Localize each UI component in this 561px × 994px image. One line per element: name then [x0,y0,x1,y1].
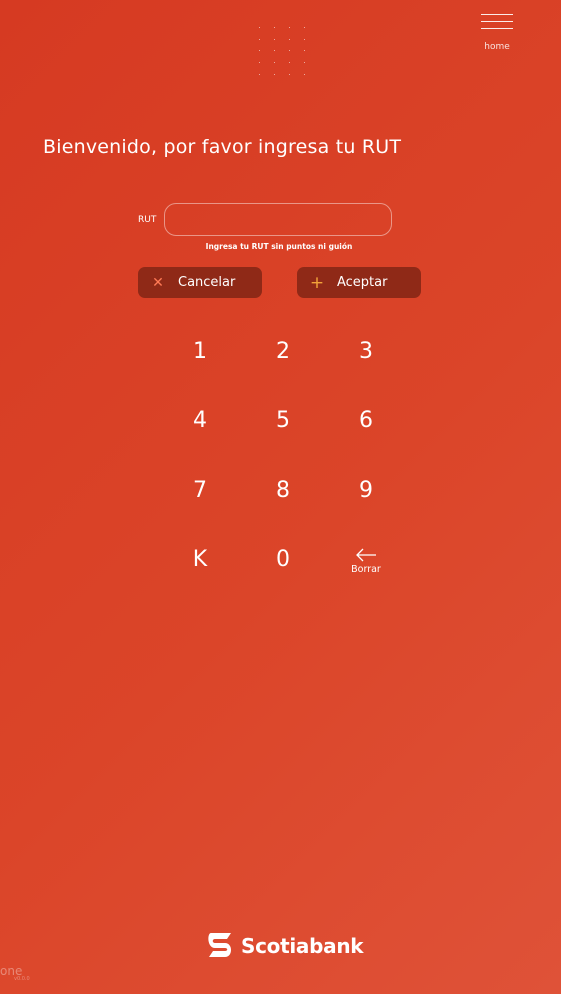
keypad-key-label: 3 [359,338,373,364]
keypad-key-7[interactable]: 7 [170,468,230,512]
keypad-key-6[interactable]: 6 [336,398,396,442]
keypad-key-1[interactable]: 1 [170,329,230,373]
backspace-button[interactable]: Borrar [336,539,396,583]
home-menu-button[interactable]: home [480,12,514,52]
cancel-button-label: Cancelar [178,275,236,290]
page-title: Bienvenido, por favor ingresa tu RUT [43,136,402,158]
keypad-key-5[interactable]: 5 [253,398,313,442]
rut-hint: Ingresa tu RUT sin puntos ni guión [205,242,353,251]
plus-icon: + [309,272,325,293]
keypad-key-label: 5 [276,407,290,433]
app-version-badge: one v0.0.0 [0,964,50,988]
rut-input[interactable] [164,203,392,236]
keypad-key-label: 7 [193,477,207,503]
arrow-left-icon [356,548,376,561]
keypad-key-label: 4 [193,407,207,433]
hamburger-icon [481,12,513,34]
keypad-key-label: 8 [276,477,290,503]
keypad-key-label: 6 [359,407,373,433]
home-label: home [484,42,510,52]
accept-button-label: Aceptar [337,275,388,290]
keypad-key-label: K [192,546,208,572]
keypad-key-k[interactable]: K [170,537,230,581]
keypad-key-9[interactable]: 9 [336,468,396,512]
keypad-key-0[interactable]: 0 [253,537,313,581]
keypad-key-label: 2 [276,338,290,364]
close-icon: ✕ [152,274,164,291]
rut-label: RUT [138,215,157,225]
keypad-key-label: 9 [359,477,373,503]
scotiabank-logo: Scotiabank [205,930,364,962]
keypad-key-8[interactable]: 8 [253,468,313,512]
backspace-label: Borrar [351,563,381,575]
keypad-key-label: 1 [193,338,207,364]
accept-button[interactable]: + Aceptar [297,267,421,298]
keypad-key-label: 0 [276,546,290,572]
keypad-key-4[interactable]: 4 [170,398,230,442]
cancel-button[interactable]: ✕ Cancelar [138,267,262,298]
keypad-key-2[interactable]: 2 [253,329,313,373]
scotiabank-s-icon [208,933,231,957]
app-version: v0.0.0 [14,976,30,982]
decorative-dot-grid [252,22,312,80]
keypad-key-3[interactable]: 3 [336,329,396,373]
brand-name: Scotiabank [241,934,364,958]
